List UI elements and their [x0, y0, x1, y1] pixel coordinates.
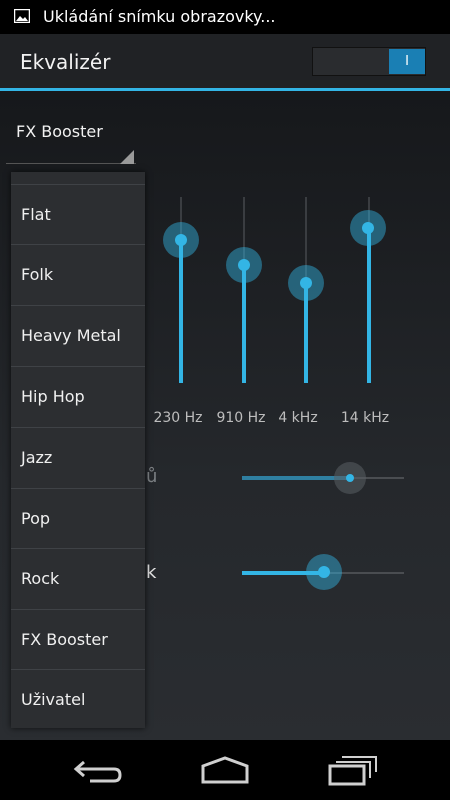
virtualizer-label: k [146, 562, 157, 583]
dropdown-item-heavy-metal[interactable]: Heavy Metal [11, 305, 145, 365]
dropdown-item-uzivatel[interactable]: Uživatel [11, 669, 145, 729]
dropdown-item-pop[interactable]: Pop [11, 488, 145, 548]
preset-spinner-underline [6, 163, 136, 164]
band-fill [179, 240, 183, 383]
band-thumb[interactable] [175, 234, 187, 246]
spinner-corner-icon [120, 150, 134, 164]
recents-icon[interactable] [322, 752, 382, 788]
band-fill [367, 228, 371, 383]
image-icon [14, 9, 30, 23]
band-label-4k: 4 kHz [278, 410, 318, 426]
equalizer-toggle[interactable]: I [312, 47, 426, 76]
dropdown-item-fx-booster[interactable]: FX Booster [11, 609, 145, 669]
page-title: Ekvalizér [20, 50, 111, 74]
band-label-910: 910 Hz [216, 410, 266, 426]
slider-thumb[interactable] [318, 566, 330, 578]
notification-text: Ukládání snímku obrazovky... [43, 7, 276, 26]
band-thumb[interactable] [300, 277, 312, 289]
band-label-14k: 14 kHz [340, 410, 390, 426]
back-icon[interactable] [70, 752, 130, 788]
slider-thumb[interactable] [346, 474, 354, 482]
home-icon[interactable] [195, 752, 255, 788]
band-thumb[interactable] [238, 259, 250, 271]
preset-spinner-value[interactable]: FX Booster [16, 122, 103, 141]
band-thumb[interactable] [362, 222, 374, 234]
dropdown-item-jazz[interactable]: Jazz [11, 427, 145, 487]
dropdown-item-flat[interactable]: Flat [11, 184, 145, 244]
dropdown-item-hip-hop[interactable]: Hip Hop [11, 366, 145, 426]
bass-boost-label: ů [146, 466, 158, 487]
dropdown-item-rock[interactable]: Rock [11, 548, 145, 608]
band-label-230: 230 Hz [153, 410, 203, 426]
toggle-thumb: I [389, 49, 425, 74]
preset-dropdown: Flat Folk Heavy Metal Hip Hop Jazz Pop R… [11, 172, 145, 728]
status-bar: Ukládání snímku obrazovky... [0, 0, 450, 34]
dropdown-item-folk[interactable]: Folk [11, 244, 145, 304]
